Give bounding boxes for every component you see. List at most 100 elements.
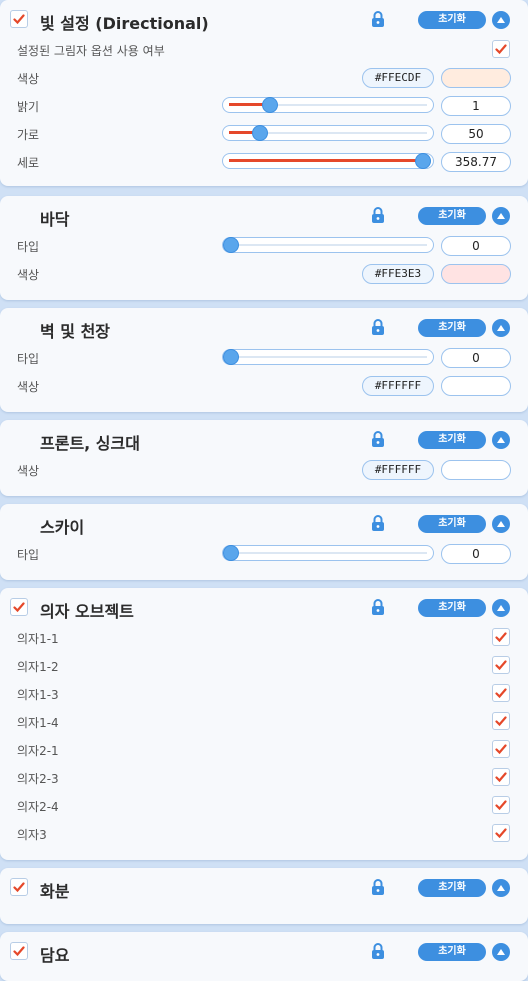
lock-icon[interactable] [371,207,385,224]
chair-item-checkbox[interactable] [492,768,510,786]
chair-item-checkbox[interactable] [492,656,510,674]
chevron-up-icon [497,521,505,527]
sky-type-slider[interactable] [222,545,434,561]
sky-reset-button[interactable]: 초기화 [418,515,486,533]
lighting-reset-button[interactable]: 초기화 [418,11,486,29]
lock-icon[interactable] [371,319,385,336]
check-icon [495,688,507,699]
chevron-up-icon [497,885,505,891]
check-icon [495,660,507,671]
wall-panel: 벽 및 천장 초기화 타입 0 색상 #FFFFFF [0,308,528,412]
chair-item-checkbox[interactable] [492,684,510,702]
wall-reset-button[interactable]: 초기화 [418,319,486,337]
sky-collapse-button[interactable] [492,515,510,533]
chair-item-checkbox[interactable] [492,740,510,758]
floor-reset-button[interactable]: 초기화 [418,207,486,225]
floor-color-label: 색상 [17,268,40,282]
lock-icon[interactable] [371,599,385,616]
wall-type-slider[interactable] [222,349,434,365]
horizontal-slider[interactable] [222,125,434,141]
chairs-reset-button[interactable]: 초기화 [418,599,486,617]
vertical-label: 세로 [17,156,40,170]
vertical-slider[interactable] [222,153,434,169]
check-icon [495,744,507,755]
floor-type-slider-handle[interactable] [223,237,239,253]
wall-color-label: 색상 [17,380,40,394]
blanket-collapse-button[interactable] [492,943,510,961]
floor-type-value-input[interactable]: 0 [441,236,511,256]
chair-item-label: 의자2-3 [17,772,59,786]
blanket-title: 담요 [40,946,70,965]
flowerpot-panel: 화분 초기화 [0,868,528,924]
lighting-panel: 빛 설정 (Directional) 초기화 설정된 그림자 옵션 사용 여부 … [0,0,528,186]
vertical-slider-handle[interactable] [415,153,431,169]
chair-item-label: 의자1-3 [17,688,59,702]
vertical-value-input[interactable]: 358.77 [441,152,511,172]
wall-header: 벽 및 천장 초기화 [0,308,528,346]
chair-item-label: 의자1-1 [17,632,59,646]
flowerpot-reset-button[interactable]: 초기화 [418,879,486,897]
chairs-enable-checkbox[interactable] [10,598,28,616]
check-icon [495,800,507,811]
lock-icon[interactable] [371,11,385,28]
horizontal-value-input[interactable]: 50 [441,124,511,144]
wall-type-slider-handle[interactable] [223,349,239,365]
flowerpot-enable-checkbox[interactable] [10,878,28,896]
wall-type-label: 타입 [17,352,40,366]
brightness-label: 밝기 [17,100,40,114]
lighting-title: 빛 설정 (Directional) [40,14,209,33]
lighting-enable-checkbox[interactable] [10,10,28,28]
front-panel: 프론트, 싱크대 초기화 색상 #FFFFFF [0,420,528,496]
front-color-swatch[interactable] [441,460,511,480]
sky-type-slider-handle[interactable] [223,545,239,561]
lock-icon[interactable] [371,431,385,448]
brightness-value-input[interactable]: 1 [441,96,511,116]
floor-color-hex-input[interactable]: #FFE3E3 [362,264,434,284]
blanket-reset-button[interactable]: 초기화 [418,943,486,961]
chairs-collapse-button[interactable] [492,599,510,617]
chair-item-label: 의자1-2 [17,660,59,674]
wall-type-value-input[interactable]: 0 [441,348,511,368]
front-color-hex-input[interactable]: #FFFFFF [362,460,434,480]
shadow-option-checkbox[interactable] [492,40,510,58]
brightness-slider[interactable] [222,97,434,113]
horizontal-slider-handle[interactable] [252,125,268,141]
lighting-color-label: 색상 [17,72,40,86]
blanket-enable-checkbox[interactable] [10,942,28,960]
flowerpot-header: 화분 초기화 [0,868,528,906]
sky-header: 스카이 초기화 [0,504,528,542]
chair-item-checkbox[interactable] [492,712,510,730]
wall-color-swatch[interactable] [441,376,511,396]
flowerpot-collapse-button[interactable] [492,879,510,897]
lock-icon[interactable] [371,879,385,896]
floor-type-slider[interactable] [222,237,434,253]
lock-icon[interactable] [371,515,385,532]
front-collapse-button[interactable] [492,431,510,449]
check-icon [495,772,507,783]
check-icon [495,828,507,839]
lighting-color-hex-input[interactable]: #FFECDF [362,68,434,88]
front-title: 프론트, 싱크대 [40,434,140,453]
wall-color-hex-input[interactable]: #FFFFFF [362,376,434,396]
lighting-color-swatch[interactable] [441,68,511,88]
chair-item-checkbox[interactable] [492,824,510,842]
chair-item-label: 의자2-4 [17,800,59,814]
chevron-up-icon [497,17,505,23]
lighting-collapse-button[interactable] [492,11,510,29]
floor-color-swatch[interactable] [441,264,511,284]
shadow-option-label: 설정된 그림자 옵션 사용 여부 [17,44,165,58]
check-icon [495,44,507,55]
front-reset-button[interactable]: 초기화 [418,431,486,449]
sky-type-value-input[interactable]: 0 [441,544,511,564]
chair-item-label: 의자3 [17,828,47,842]
check-icon [13,946,25,957]
front-header: 프론트, 싱크대 초기화 [0,420,528,458]
chairs-panel: 의자 오브젝트 초기화 의자1-1 의자1-2 의자1-3 의자1-4 의자2-… [0,588,528,860]
chevron-up-icon [497,213,505,219]
brightness-slider-handle[interactable] [262,97,278,113]
floor-collapse-button[interactable] [492,207,510,225]
chair-item-checkbox[interactable] [492,796,510,814]
chair-item-checkbox[interactable] [492,628,510,646]
lock-icon[interactable] [371,943,385,960]
wall-collapse-button[interactable] [492,319,510,337]
